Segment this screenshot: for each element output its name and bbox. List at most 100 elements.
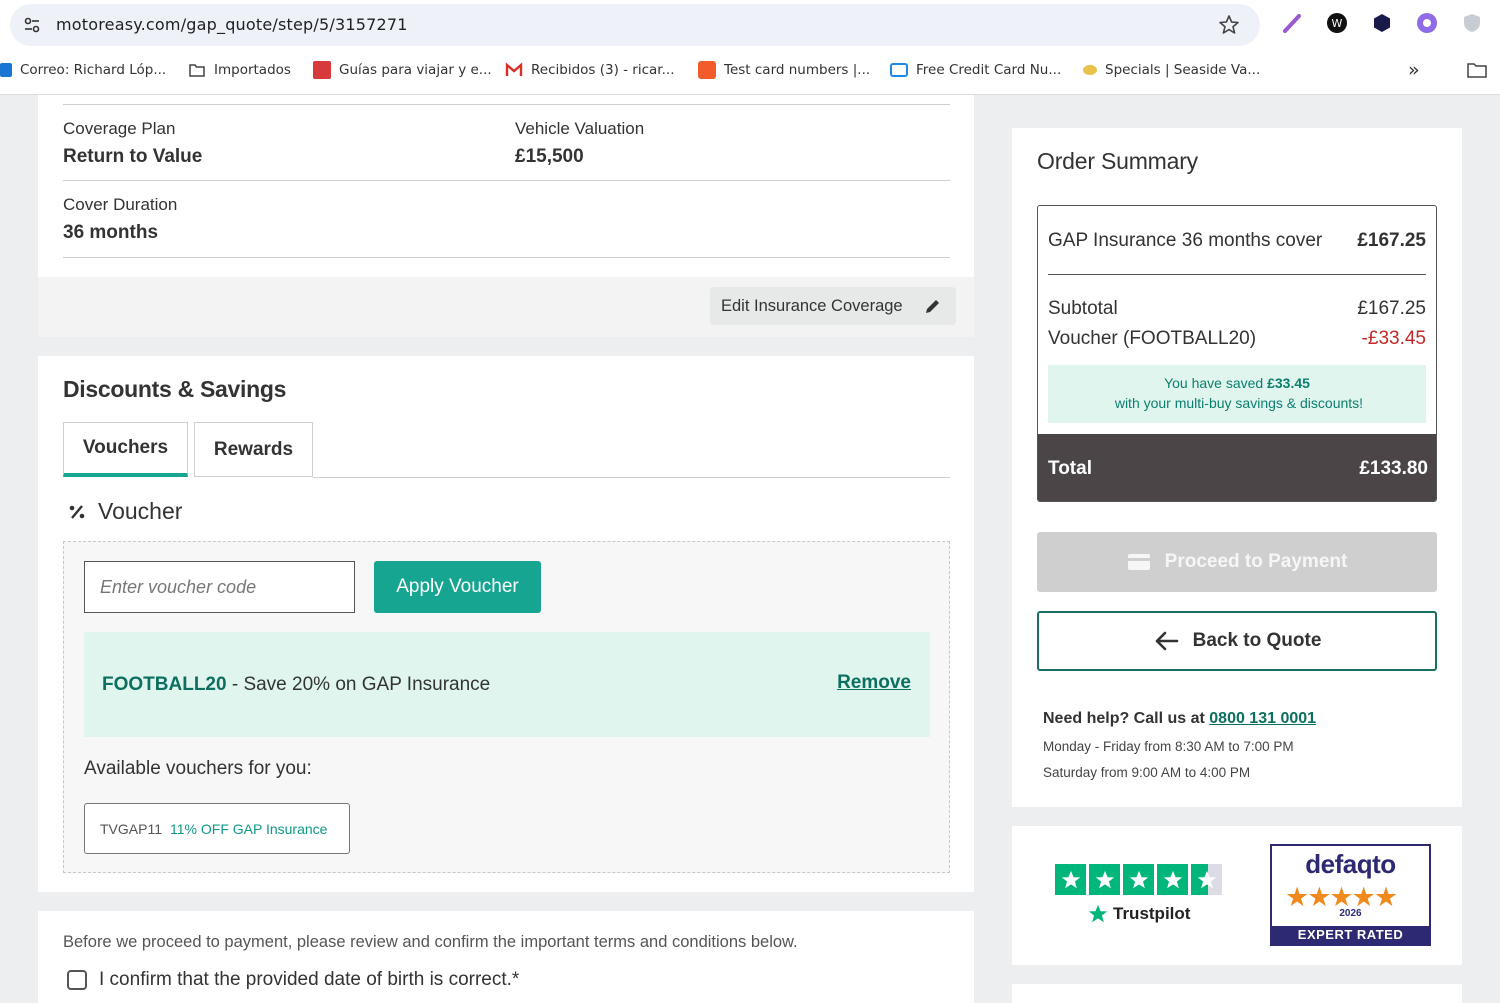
available-voucher-chip[interactable]: TVGAP11 11% OFF GAP Insurance bbox=[84, 803, 350, 854]
divider bbox=[63, 257, 950, 258]
subtotal-label: Subtotal bbox=[1048, 298, 1118, 319]
star-icon bbox=[1089, 864, 1120, 895]
defaqto-band: EXPERT RATED bbox=[1272, 926, 1429, 944]
wordtune-extension-icon[interactable]: W bbox=[1326, 12, 1348, 34]
half-star-icon bbox=[1191, 864, 1222, 895]
bookmark-specials[interactable]: Specials | Seaside Va... bbox=[1083, 56, 1260, 84]
trustpilot-logo: Trustpilot bbox=[1087, 903, 1190, 925]
star-icon bbox=[1055, 864, 1086, 895]
shield-extension-icon[interactable] bbox=[1461, 12, 1483, 34]
star-icon bbox=[1123, 864, 1154, 895]
line-item-label: GAP Insurance 36 months cover bbox=[1048, 230, 1323, 251]
terms-intro: Before we proceed to payment, please rev… bbox=[63, 933, 798, 951]
confirm-dob-checkbox[interactable] bbox=[67, 970, 87, 990]
voucher-code-input[interactable] bbox=[84, 561, 355, 613]
percent-icon bbox=[69, 504, 85, 519]
applied-voucher-code: FOOTBALL20 bbox=[102, 673, 227, 695]
divider bbox=[1048, 274, 1426, 275]
vehicle-valuation-label: Vehicle Valuation bbox=[515, 119, 645, 138]
vehicle-valuation-value: £15,500 bbox=[515, 146, 584, 167]
discounts-savings-card: Discounts & Savings Vouchers Rewards Vou… bbox=[38, 356, 974, 892]
voucher-panel: Apply Voucher FOOTBALL20 - Save 20% on G… bbox=[63, 541, 950, 873]
savings-notice: You have saved £33.45 with your multi-bu… bbox=[1048, 365, 1426, 423]
coverage-plan-label: Coverage Plan bbox=[63, 119, 176, 138]
savings-amount: £33.45 bbox=[1267, 375, 1310, 391]
defaqto-badge: defaqto ★★★★★ 2026 EXPERT RATED bbox=[1270, 844, 1431, 946]
more-bookmarks-button[interactable]: » bbox=[1408, 56, 1420, 84]
seaside-icon bbox=[1083, 65, 1097, 75]
voucher-chip-description: 11% OFF GAP Insurance bbox=[170, 820, 328, 837]
bookmark-correo[interactable]: Correo: Richard Lóp... bbox=[0, 56, 166, 84]
total-label: Total bbox=[1048, 457, 1092, 479]
cover-duration-value: 36 months bbox=[63, 222, 159, 243]
order-summary-card: Order Summary GAP Insurance 36 months co… bbox=[1012, 128, 1462, 807]
bookmark-importados[interactable]: Importados bbox=[188, 56, 291, 84]
voucher-discount-label: Voucher (FOOTBALL20) bbox=[1048, 328, 1257, 349]
trustpilot-star-icon bbox=[1088, 904, 1108, 923]
tabs-baseline bbox=[313, 477, 950, 478]
help-phone-link[interactable]: 0800 131 0001 bbox=[1209, 710, 1316, 727]
cover-duration-label: Cover Duration bbox=[63, 195, 178, 214]
bookmark-guias[interactable]: Guías para viajar y e... bbox=[313, 56, 492, 84]
voucher-heading: Voucher bbox=[68, 498, 182, 525]
apply-voucher-button[interactable]: Apply Voucher bbox=[374, 561, 541, 613]
coverage-plan-value: Return to Value bbox=[63, 146, 203, 167]
hex-extension-icon[interactable] bbox=[1371, 12, 1393, 34]
total-bar: Total £133.80 bbox=[1038, 434, 1436, 501]
order-summary-box: GAP Insurance 36 months cover £167.25 Su… bbox=[1037, 205, 1437, 502]
bookmark-recibidos[interactable]: Recibidos (3) - ricar... bbox=[505, 56, 674, 84]
svg-text:W: W bbox=[1332, 17, 1343, 30]
ratings-card: Trustpilot defaqto ★★★★★ 2026 EXPERT RAT… bbox=[1012, 826, 1462, 965]
subtotal-value: £167.25 bbox=[1357, 298, 1426, 319]
proton-extension-icon[interactable] bbox=[1416, 12, 1438, 34]
voucher-row: Voucher (FOOTBALL20) -£33.45 bbox=[1048, 328, 1426, 350]
site-settings-icon[interactable] bbox=[22, 15, 42, 35]
applied-voucher-banner: FOOTBALL20 - Save 20% on GAP Insurance R… bbox=[84, 632, 930, 737]
tab-rewards[interactable]: Rewards bbox=[194, 422, 313, 477]
bookmark-free-credit-card[interactable]: Free Credit Card Nu... bbox=[890, 56, 1061, 84]
trustpilot-stars bbox=[1055, 864, 1222, 895]
pencil-icon bbox=[926, 300, 939, 313]
bookmark-test-cards[interactable]: Test card numbers |... bbox=[698, 56, 870, 84]
divider bbox=[63, 104, 950, 105]
coverage-details-card: Coverage Plan Return to Value Vehicle Va… bbox=[38, 95, 974, 337]
available-vouchers-label: Available vouchers for you: bbox=[84, 758, 312, 779]
bookmark-star-icon[interactable] bbox=[1217, 13, 1241, 37]
arrow-left-icon bbox=[1155, 631, 1178, 651]
subtotal-row: Subtotal £167.25 bbox=[1048, 298, 1426, 320]
voucher-discount-value: -£33.45 bbox=[1361, 328, 1426, 349]
credit-card-icon bbox=[890, 63, 908, 77]
credit-card-icon bbox=[1127, 554, 1150, 570]
bookmarks-bar: Correo: Richard Lóp... Importados Guías … bbox=[0, 56, 1500, 84]
order-summary-title: Order Summary bbox=[1037, 148, 1198, 174]
card-site-icon bbox=[698, 61, 716, 79]
total-value: £133.80 bbox=[1359, 457, 1428, 479]
help-line: Need help? Call us at 0800 131 0001 bbox=[1043, 710, 1317, 727]
other-bookmarks-folder-icon[interactable] bbox=[1466, 61, 1488, 79]
voucher-chip-code: TVGAP11 bbox=[100, 820, 162, 837]
line-item: GAP Insurance 36 months cover £167.25 bbox=[1048, 230, 1426, 252]
tab-vouchers[interactable]: Vouchers bbox=[63, 422, 188, 477]
line-item-price: £167.25 bbox=[1357, 230, 1426, 251]
travel-guide-icon bbox=[313, 61, 331, 79]
hours-saturday: Saturday from 9:00 AM to 4:00 PM bbox=[1043, 765, 1251, 780]
back-to-quote-button[interactable]: Back to Quote bbox=[1037, 611, 1437, 671]
url-text[interactable]: motoreasy.com/gap_quote/step/5/3157271 bbox=[56, 15, 408, 34]
defaqto-year: 2026 bbox=[1339, 908, 1362, 919]
star-icon bbox=[1157, 864, 1188, 895]
remove-voucher-link[interactable]: Remove bbox=[837, 672, 911, 694]
edit-insurance-coverage-button[interactable]: Edit Insurance Coverage bbox=[710, 287, 956, 325]
terms-card: Before we proceed to payment, please rev… bbox=[38, 911, 974, 1003]
browser-chrome: motoreasy.com/gap_quote/step/5/3157271 W… bbox=[0, 0, 1500, 95]
defaqto-wordmark: defaqto bbox=[1305, 849, 1396, 879]
address-bar[interactable]: motoreasy.com/gap_quote/step/5/3157271 bbox=[10, 4, 1260, 46]
next-card-edge bbox=[1012, 984, 1462, 1003]
folder-icon bbox=[189, 64, 205, 77]
pen-extension-icon[interactable] bbox=[1281, 12, 1303, 34]
proceed-to-payment-button[interactable]: Proceed to Payment bbox=[1037, 532, 1437, 592]
applied-voucher-description: - Save 20% on GAP Insurance bbox=[226, 673, 491, 695]
confirm-dob-label: I confirm that the provided date of birt… bbox=[99, 969, 520, 990]
divider bbox=[63, 180, 950, 181]
confirm-dob-row[interactable]: I confirm that the provided date of birt… bbox=[67, 969, 519, 991]
hours-weekday: Monday - Friday from 8:30 AM to 7:00 PM bbox=[1043, 739, 1294, 754]
